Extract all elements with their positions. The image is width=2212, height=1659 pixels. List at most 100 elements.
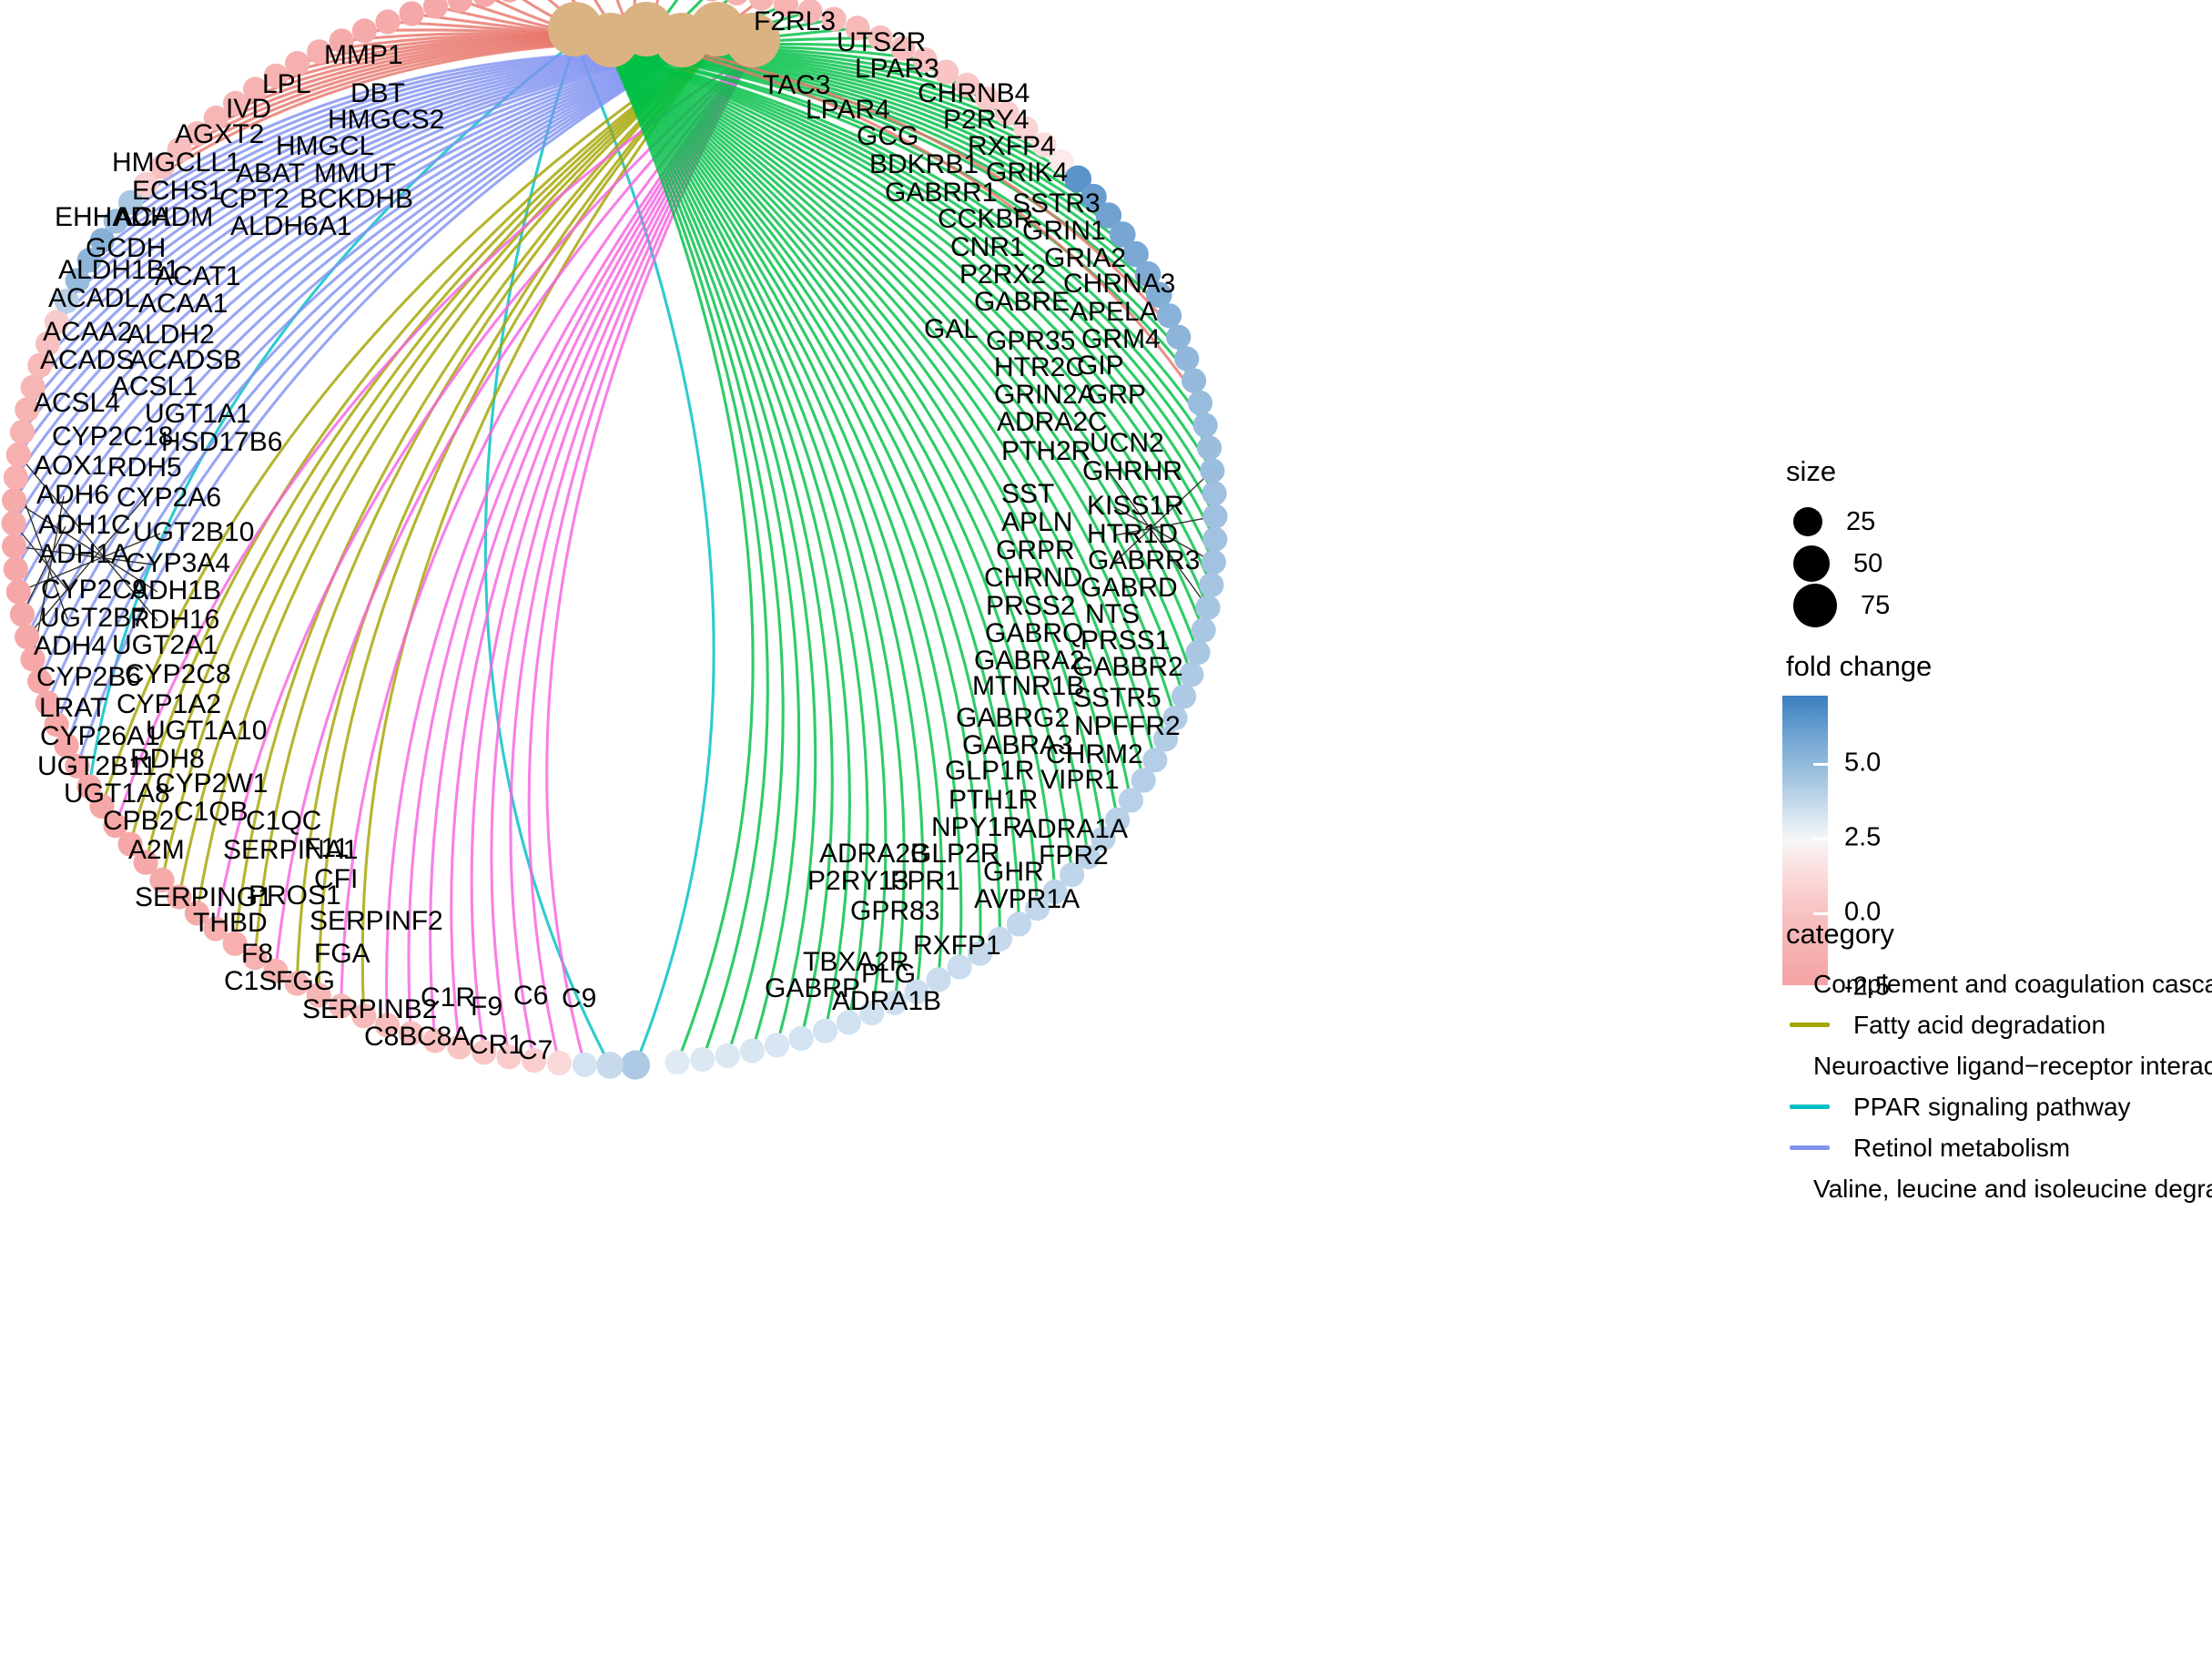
gene-label[interactable]: RXFP1 <box>913 931 1001 961</box>
gene-label[interactable]: GRIA2 <box>1044 243 1126 273</box>
gene-label[interactable]: ACADM <box>115 202 213 232</box>
gene-label[interactable]: SST <box>1001 479 1054 509</box>
gene-label[interactable]: C8B <box>364 1022 417 1052</box>
gene-label[interactable]: UGT2A1 <box>112 630 218 660</box>
gene-label[interactable]: C8A <box>417 1022 470 1052</box>
gene-label[interactable]: C9 <box>562 983 596 1013</box>
gene-label[interactable]: GRM4 <box>1081 324 1161 354</box>
gene-label[interactable]: A2M <box>128 835 185 865</box>
gene-label[interactable]: ACSL1 <box>111 371 198 402</box>
gene-label[interactable]: LPAR3 <box>855 54 939 84</box>
category-legend-item[interactable]: Neuroactive ligand−receptor interaction <box>1782 1045 2212 1086</box>
gene-label[interactable]: NTS <box>1085 599 1140 629</box>
gene-node[interactable] <box>1200 458 1225 483</box>
gene-node[interactable] <box>1182 368 1207 393</box>
gene-label[interactable]: ADH1B <box>130 575 221 606</box>
gene-label[interactable]: ACAA1 <box>138 289 228 319</box>
category-legend-item[interactable]: Valine, leucine and isoleucine degradati… <box>1782 1168 2212 1209</box>
gene-label[interactable]: C1QB <box>174 797 249 827</box>
gene-node[interactable] <box>1202 526 1228 552</box>
gene-label[interactable]: CHRND <box>984 563 1082 593</box>
gene-label[interactable]: CPB2 <box>103 806 174 836</box>
gene-node[interactable] <box>9 602 35 627</box>
gene-label[interactable]: NPFFR2 <box>1074 711 1181 741</box>
gene-label[interactable]: BCKDHB <box>299 184 413 214</box>
gene-node[interactable] <box>5 579 31 605</box>
gene-label[interactable]: ADH4 <box>34 631 107 661</box>
gene-label[interactable]: GAL <box>924 314 979 344</box>
gene-node[interactable] <box>3 556 28 582</box>
category-legend-item[interactable]: PPAR signaling pathway <box>1782 1086 2212 1127</box>
gene-label[interactable]: ACAT1 <box>155 261 240 291</box>
gene-node[interactable] <box>2 488 27 514</box>
gene-node[interactable] <box>1 511 26 536</box>
gene-node[interactable] <box>690 1047 715 1073</box>
gene-label[interactable]: GPR83 <box>850 896 939 926</box>
gene-node[interactable] <box>1185 640 1211 666</box>
gene-node[interactable] <box>1166 324 1192 350</box>
gene-label[interactable]: GHR <box>983 857 1044 887</box>
gene-node[interactable] <box>375 9 401 35</box>
gene-label[interactable]: ADH1A <box>38 539 129 569</box>
gene-label[interactable]: KISS1R <box>1087 491 1184 521</box>
gene-node[interactable] <box>5 442 31 468</box>
gene-node[interactable] <box>788 1025 814 1052</box>
gene-label[interactable]: ALDH6A1 <box>230 211 351 241</box>
gene-node[interactable] <box>9 420 36 445</box>
gene-label[interactable]: SSTR3 <box>1012 188 1101 219</box>
gene-label[interactable]: GRIN1 <box>1022 216 1106 246</box>
gene-node[interactable] <box>665 1050 690 1075</box>
category-legend-item[interactable]: Complement and coagulation cascades <box>1782 963 2212 1004</box>
gene-label[interactable]: HMGCLL1 <box>112 148 241 178</box>
gene-node[interactable] <box>764 1033 790 1058</box>
gene-label[interactable]: P2RX2 <box>959 260 1046 290</box>
gene-label[interactable]: CYP2C18 <box>52 422 173 452</box>
gene-label[interactable]: C1QC <box>246 806 321 836</box>
gene-label[interactable]: SERPINF2 <box>309 906 443 936</box>
gene-label[interactable]: UGT2B10 <box>133 517 254 547</box>
gene-node[interactable] <box>1202 504 1228 529</box>
gene-label[interactable]: GRIN2A <box>994 380 1096 410</box>
gene-node[interactable] <box>812 1018 838 1043</box>
gene-label[interactable]: BDKRB1 <box>869 149 979 179</box>
gene-label[interactable]: ADRA1B <box>832 986 941 1016</box>
gene-node[interactable] <box>596 1052 624 1079</box>
gene-label[interactable]: GRIK4 <box>986 158 1068 188</box>
gene-node[interactable] <box>1201 549 1226 575</box>
gene-node[interactable] <box>1191 617 1216 643</box>
category-legend-item[interactable]: Retinol metabolism <box>1782 1127 2212 1168</box>
gene-node[interactable] <box>572 1052 597 1077</box>
gene-label[interactable]: GHRHR <box>1082 456 1182 486</box>
gene-label[interactable]: PLG <box>861 959 916 989</box>
gene-label[interactable]: PTH2R <box>1001 436 1091 466</box>
gene-node[interactable] <box>1171 684 1197 709</box>
gene-label[interactable]: F8 <box>241 939 273 969</box>
gene-label[interactable]: GABRR1 <box>885 178 997 208</box>
gene-label[interactable]: FPR1 <box>890 866 960 896</box>
gene-label[interactable]: FGA <box>314 939 370 969</box>
gene-label[interactable]: GABRQ <box>985 618 1083 648</box>
gene-label[interactable]: CYP2A6 <box>117 483 221 513</box>
gene-label[interactable]: C6 <box>513 981 548 1011</box>
gene-label[interactable]: AVPR1A <box>974 884 1080 914</box>
gene-node[interactable] <box>1192 412 1218 438</box>
gene-label[interactable]: GABBR2 <box>1072 652 1183 682</box>
gene-node[interactable] <box>1156 303 1182 329</box>
gene-label[interactable]: C1R <box>421 982 475 1013</box>
gene-label[interactable]: GCG <box>857 121 918 151</box>
gene-label[interactable]: APLN <box>1001 507 1072 537</box>
gene-label[interactable]: ACSL4 <box>34 388 120 418</box>
gene-label[interactable]: ACAA2 <box>43 317 132 347</box>
gene-node[interactable] <box>3 464 28 491</box>
gene-label[interactable]: CNR1 <box>950 232 1025 262</box>
gene-label[interactable]: PTH1R <box>949 785 1038 815</box>
gene-node[interactable] <box>1187 390 1213 416</box>
gene-label[interactable]: F2RL3 <box>754 6 836 36</box>
gene-label[interactable]: RXFP4 <box>968 131 1056 161</box>
gene-label[interactable]: GABRR3 <box>1088 545 1200 575</box>
gene-label[interactable]: SERPINB2 <box>302 994 437 1024</box>
gene-node[interactable] <box>1174 346 1200 371</box>
gene-label[interactable]: CPT2 <box>219 184 289 214</box>
gene-label[interactable]: C7 <box>518 1035 553 1065</box>
gene-node[interactable] <box>1196 435 1223 461</box>
